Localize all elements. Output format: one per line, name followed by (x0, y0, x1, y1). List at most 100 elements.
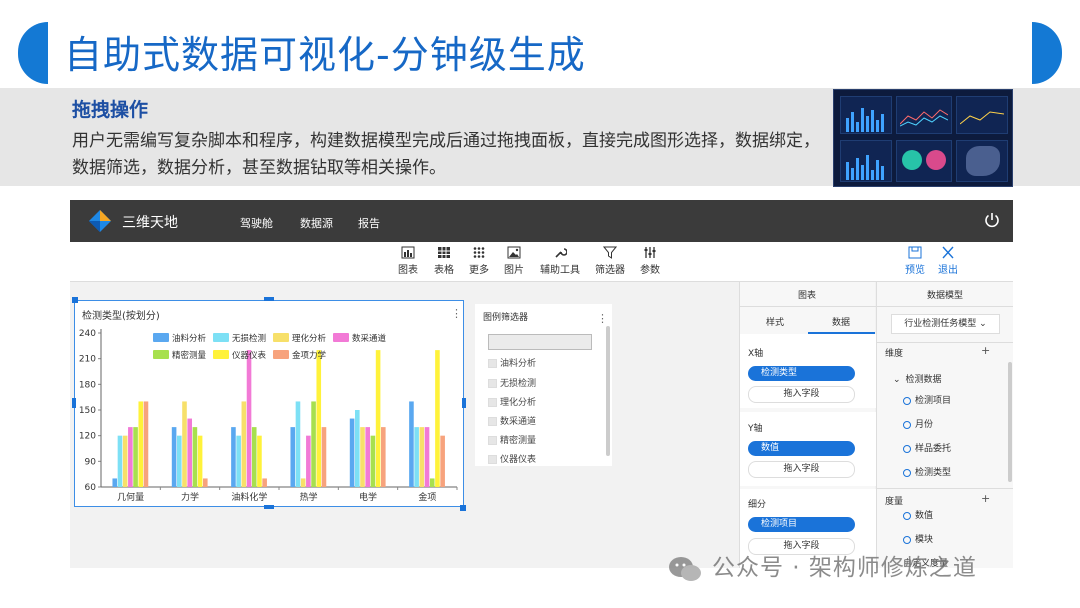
bar (290, 427, 296, 487)
y-axis-field-pill[interactable]: 数值 (748, 441, 855, 456)
dimension-item[interactable]: 样品委托 (903, 441, 951, 454)
bar (262, 478, 267, 487)
y-axis-drop-zone[interactable]: 拖入字段 (748, 461, 855, 478)
bar (122, 435, 128, 487)
legend-label: 油料分析 (172, 333, 207, 344)
tool-table[interactable]: 表格 (424, 246, 464, 276)
power-icon[interactable] (983, 211, 1001, 229)
tool-param[interactable]: 参数 (630, 246, 670, 276)
tab-data[interactable]: 数据 (832, 315, 850, 328)
tool-helpers[interactable]: 辅助工具 (536, 246, 584, 276)
tool-image[interactable]: 图片 (494, 246, 534, 276)
x-axis-label: X轴 (748, 349, 764, 359)
split-label: 细分 (748, 500, 767, 510)
y-axis-label: Y轴 (748, 424, 763, 434)
bar (133, 427, 138, 487)
resize-handle-bottom[interactable] (264, 505, 274, 509)
data-model-panel: 数据模型 行业检测任务模型 ⌄ 维度 + ⌄ 检测数据 检测项目 月份 样品委托 … (876, 282, 1013, 568)
tool-param-label: 参数 (640, 265, 660, 276)
dimension-item[interactable]: 检测项目 (903, 393, 951, 406)
x-tick-label: 几何量 (117, 491, 144, 503)
filter-item[interactable]: 油料分析 (488, 356, 536, 369)
model-scrollbar[interactable] (1008, 362, 1012, 482)
resize-handle-corner[interactable] (72, 297, 78, 303)
bar (360, 427, 365, 487)
legend-label: 无损检测 (232, 333, 266, 344)
measure-item[interactable]: 模块 (903, 532, 933, 545)
x-axis-drop-zone[interactable]: 拖入字段 (748, 386, 855, 403)
chart-widget[interactable]: 检测类型(按划分) ⋮ 60 90 120 150 180 210 240 几何量 力学 油料化学… (74, 300, 464, 507)
bar (197, 435, 203, 487)
bar (117, 435, 123, 487)
bar (187, 418, 192, 487)
legend-label: 数采通道 (352, 333, 387, 344)
nav-report[interactable]: 报告 (358, 215, 380, 231)
tool-more-label: 更多 (469, 265, 489, 276)
bar (349, 418, 355, 487)
resize-handle-top[interactable] (264, 297, 274, 301)
legend-filter-widget: 图例筛选器 ⋮ 油料分析 无损检测 理化分析 数采通道 精密测量 仪器仪表 (475, 304, 612, 466)
tab-style[interactable]: 样式 (766, 315, 784, 328)
resize-handle-right[interactable] (462, 398, 466, 408)
filter-search-input[interactable] (488, 334, 592, 350)
dimension-item[interactable]: 检测类型 (903, 465, 951, 478)
measure-item[interactable]: 数值 (903, 508, 933, 521)
logo-icon (89, 210, 111, 232)
legend-swatch (213, 333, 229, 342)
dimension-label: 维度 (885, 349, 904, 359)
bar (306, 435, 311, 487)
nav-cockpit[interactable]: 驾驶舱 (240, 215, 273, 231)
wechat-icon (669, 556, 701, 581)
checkbox-icon (488, 436, 497, 445)
add-dimension-icon[interactable]: + (981, 344, 990, 357)
bar (138, 401, 144, 487)
filter-item[interactable]: 理化分析 (488, 395, 536, 408)
resize-handle-left[interactable] (72, 398, 76, 408)
bar (375, 350, 381, 487)
filter-title: 图例筛选器 (483, 313, 529, 323)
bar (409, 401, 414, 487)
bar (440, 435, 445, 487)
param-icon (644, 247, 656, 258)
legend-swatch (153, 350, 169, 359)
model-select[interactable]: 行业检测任务模型 ⌄ (891, 314, 1000, 334)
bi-app-window: 三维天地 驾驶舱 数据源 报告 图表 表格 更多 图片 辅助工具 筛选器 参数 … (70, 200, 1013, 568)
bar (236, 435, 241, 487)
chart-config-panel: 图表 样式 数据 X轴 检测类型 拖入字段 Y轴 数值 拖入字段 细分 检测项目… (739, 282, 876, 568)
add-measure-icon[interactable]: + (981, 492, 990, 505)
x-axis-field-pill[interactable]: 检测类型 (748, 366, 855, 381)
x-tick-label: 油料化学 (231, 491, 267, 503)
split-field-pill[interactable]: 检测项目 (748, 517, 855, 532)
filter-item[interactable]: 精密测量 (488, 433, 536, 446)
resize-handle-corner[interactable] (460, 505, 466, 511)
legend-label: 理化分析 (292, 333, 327, 344)
tools-icon (555, 248, 567, 258)
filter-item[interactable]: 无损检测 (488, 376, 536, 389)
filter-item[interactable]: 数采通道 (488, 414, 536, 427)
bar (246, 350, 252, 487)
chevron-down-icon: ⌄ (893, 375, 901, 385)
tool-chart[interactable]: 图表 (388, 246, 428, 276)
filter-item[interactable]: 仪器仪表 (488, 452, 536, 465)
tool-more[interactable]: 更多 (459, 246, 499, 276)
data-model-header: 数据模型 (927, 291, 964, 301)
bar (177, 435, 182, 487)
slide-title: 自助式数据可视化-分钟级生成 (64, 33, 586, 77)
field-icon (903, 420, 911, 429)
exit-button[interactable]: 退出 (928, 246, 968, 276)
tool-filter[interactable]: 筛选器 (590, 246, 630, 276)
y-tick-label: 180 (79, 380, 96, 390)
filter-scrollbar[interactable] (606, 326, 610, 456)
y-tick-label: 150 (79, 406, 96, 416)
bar (203, 478, 208, 487)
nav-datasource[interactable]: 数据源 (300, 215, 333, 231)
divider (877, 342, 1013, 343)
divider (877, 306, 1013, 307)
folder-item[interactable]: ⌄ 检测数据 (893, 372, 942, 385)
bar (241, 401, 247, 487)
dimension-item[interactable]: 月份 (903, 417, 933, 430)
filter-menu-icon[interactable]: ⋮ (597, 312, 608, 325)
bar (143, 401, 149, 487)
editor-toolbar: 图表 表格 更多 图片 辅助工具 筛选器 参数 预览 退出 (70, 242, 1013, 282)
bar (300, 478, 306, 487)
